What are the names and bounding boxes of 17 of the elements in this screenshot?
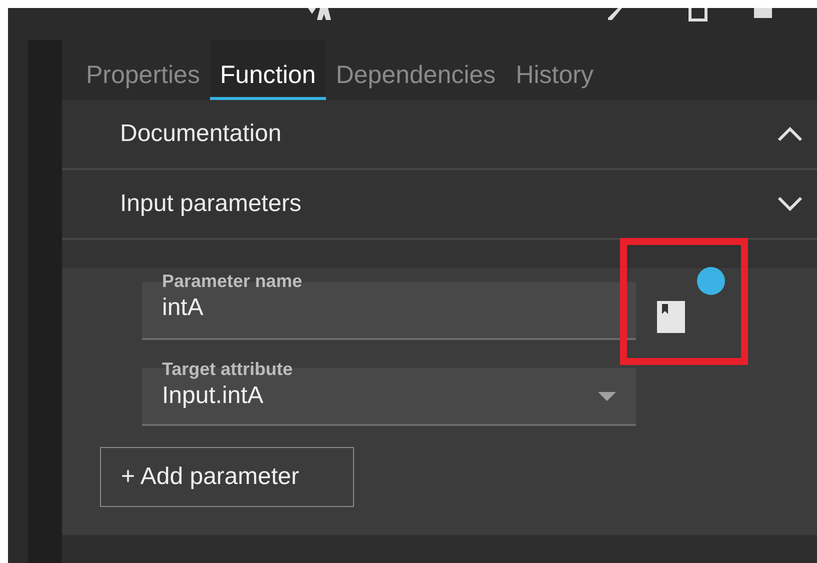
field-label: Target attribute (162, 358, 293, 380)
tab[interactable]: Function (210, 40, 326, 100)
tab[interactable]: Dependencies (326, 40, 506, 100)
field-value: intA (162, 293, 204, 323)
section-title: Input parameters (120, 189, 302, 219)
tab[interactable]: History (506, 40, 604, 100)
add-parameter-button[interactable]: + Add parameter (100, 447, 354, 507)
accordion-header[interactable]: Input parameters (62, 170, 817, 240)
section-title: Documentation (120, 119, 282, 149)
bookmark-icon[interactable] (657, 301, 685, 333)
dropdown-arrow-icon (598, 392, 616, 402)
field-value: Input.intA (162, 381, 264, 411)
pencil-icon[interactable] (608, 8, 624, 22)
star-icon[interactable] (308, 8, 332, 22)
accordion-header[interactable]: Documentation (62, 100, 817, 170)
field-label: Parameter name (162, 270, 304, 292)
tab[interactable]: Properties (76, 40, 210, 100)
